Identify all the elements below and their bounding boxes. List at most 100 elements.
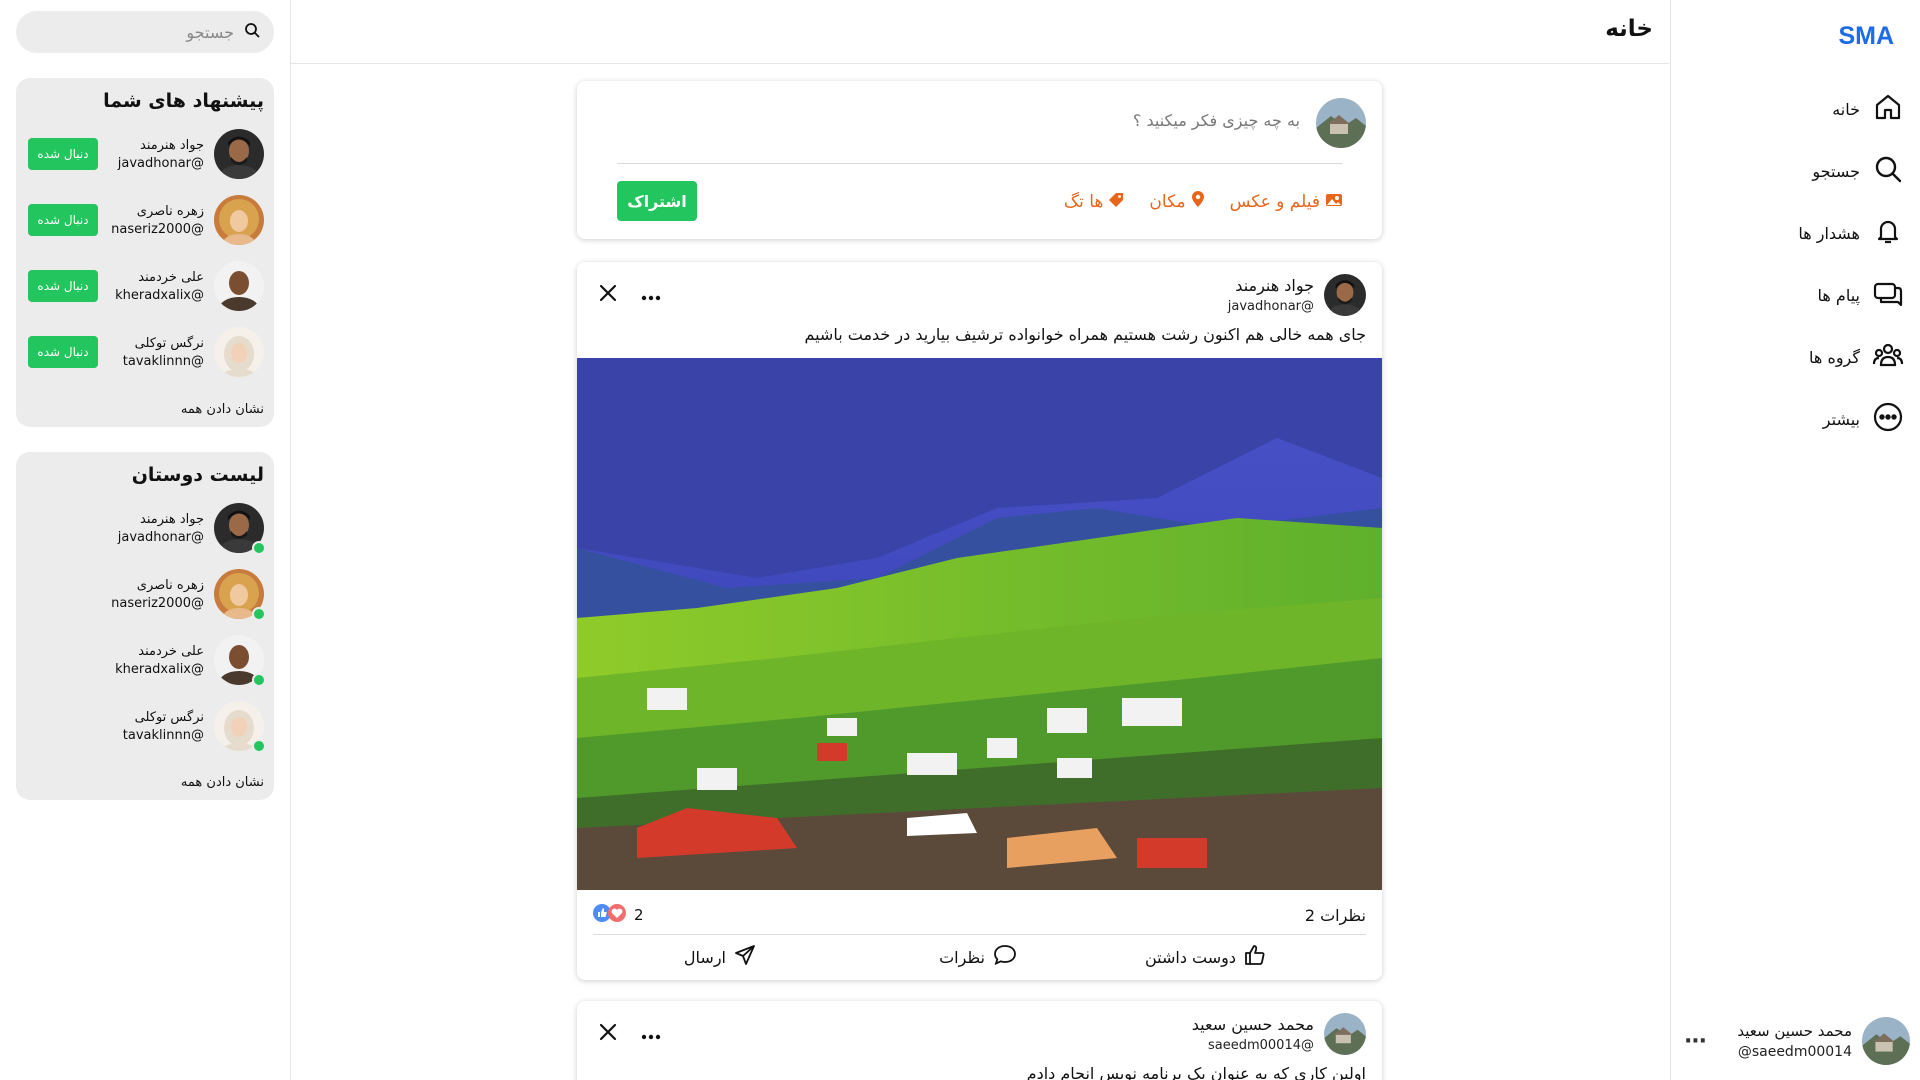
- nav-item-groups-label: گروه ها: [1809, 347, 1860, 367]
- composer-location-button[interactable]: مکان: [1149, 191, 1204, 212]
- composer-tag-button[interactable]: ها تگ: [1064, 191, 1124, 212]
- more-circle-icon: [1872, 401, 1904, 437]
- friend-item[interactable]: زهره ناصری naseriz2000@: [28, 568, 266, 626]
- user-menu-dots-icon[interactable]: ···: [1680, 1029, 1710, 1054]
- nav-item-home-label: خانه: [1832, 99, 1860, 119]
- post-author[interactable]: محمد حسین سعید saeedm00014@: [1192, 1013, 1366, 1055]
- comment-button[interactable]: نظرات: [939, 944, 1017, 970]
- composer-photo-label: فیلم و عکس: [1229, 191, 1320, 212]
- suggestion-item[interactable]: زهره ناصری naseriz2000@ دنبال شده: [28, 194, 264, 252]
- nav-item-messages[interactable]: پیام ها: [1684, 264, 1904, 326]
- stats-divider: [593, 934, 1366, 935]
- composer-divider: [617, 163, 1342, 164]
- suggestion-avatar: [214, 195, 264, 252]
- suggestion-item[interactable]: جواد هنرمند javadhonar@ دنبال شده: [28, 128, 264, 189]
- composer-photo-button[interactable]: فیلم و عکس: [1230, 191, 1342, 212]
- like-label: دوست داشتن: [1144, 947, 1236, 967]
- nav-item-home[interactable]: خانه: [1684, 78, 1904, 140]
- friend-item[interactable]: جواد هنرمند javadhonar@: [28, 502, 266, 563]
- nav-item-groups[interactable]: گروه ها: [1684, 326, 1904, 388]
- group-icon: [1872, 339, 1904, 375]
- like-button[interactable]: دوست داشتن: [1145, 944, 1266, 970]
- post-composer: به چه چیزی فکر میکنید ؟ فیلم و عکس مکان …: [577, 81, 1382, 239]
- suggestion-avatar: [214, 327, 264, 385]
- suggestion-name: نرگس توکلی: [134, 335, 204, 351]
- comment-label: نظرات: [939, 947, 985, 967]
- follow-button[interactable]: دنبال شده: [28, 270, 98, 302]
- nav-item-more[interactable]: بیشتر: [1684, 388, 1904, 450]
- online-status-dot: [252, 607, 266, 621]
- search-input[interactable]: [44, 22, 234, 42]
- post-image[interactable]: [577, 358, 1382, 890]
- nav-item-notifications[interactable]: هشدار ها: [1684, 202, 1904, 264]
- online-status-dot: [252, 673, 266, 687]
- friend-name: علی خردمند: [138, 643, 204, 659]
- post-author-name: جواد هنرمند: [1235, 276, 1314, 295]
- search-bar[interactable]: [16, 11, 274, 53]
- post-card: جواد هنرمند javadhonar@ جای همه خالی هم …: [577, 262, 1382, 980]
- online-status-dot: [252, 541, 266, 555]
- more-horizontal-icon[interactable]: [641, 286, 661, 305]
- comments-count[interactable]: نظرات 2: [1305, 906, 1366, 925]
- suggestion-handle: tavaklinnn@: [122, 353, 204, 369]
- composer-actions: فیلم و عکس مکان ها تگ: [1064, 191, 1342, 212]
- suggestion-name: علی خردمند: [138, 269, 204, 285]
- app-logo[interactable]: SMA: [1838, 22, 1894, 51]
- more-horizontal-icon[interactable]: [641, 1025, 661, 1044]
- nav-item-more-label: بیشتر: [1822, 409, 1860, 429]
- friend-avatar: [214, 701, 266, 759]
- suggestions-show-all-link[interactable]: نشان دادن همه: [181, 402, 264, 417]
- send-icon: [734, 944, 756, 970]
- feed-column: خانه به چه چیزی فکر میکنید ؟ فیلم و عکس …: [290, 0, 1669, 1080]
- nav-item-search[interactable]: جستجو: [1684, 140, 1904, 202]
- search-icon: [244, 22, 260, 42]
- post-text: جای همه خالی هم اکنون رشت هستیم همراه خو…: [804, 325, 1366, 344]
- main-nav-sidebar: SMA خانه جستجو هشدار ها پیام ها گروه ها …: [1670, 0, 1920, 1080]
- friend-handle: naseriz2000@: [111, 595, 204, 611]
- suggestion-item[interactable]: نرگس توکلی tavaklinnn@ دنبال شده: [28, 326, 264, 385]
- friend-item[interactable]: نرگس توکلی tavaklinnn@: [28, 700, 266, 759]
- nav-item-messages-label: پیام ها: [1817, 285, 1860, 305]
- suggestions-panel: پیشنهاد های شما جواد هنرمند javadhonar@ د…: [16, 78, 274, 427]
- follow-button[interactable]: دنبال شده: [28, 138, 98, 170]
- friend-item[interactable]: علی خردمند kheradxalix@: [28, 634, 266, 695]
- post-author-handle: saeedm00014@: [1207, 1038, 1314, 1053]
- friends-show-all-link[interactable]: نشان دادن همه: [181, 775, 264, 790]
- page-title: خانه: [1605, 16, 1653, 42]
- close-icon[interactable]: [599, 1023, 617, 1045]
- suggestion-avatar: [214, 129, 264, 189]
- close-icon[interactable]: [599, 284, 617, 306]
- send-button[interactable]: ارسال: [684, 944, 756, 970]
- nav-item-search-label: جستجو: [1812, 161, 1860, 181]
- post-text: اولین کاری که به عنوان یک برنامه نویس ان…: [1026, 1064, 1366, 1080]
- friend-name: نرگس توکلی: [134, 709, 204, 725]
- tag-icon: [1109, 192, 1124, 212]
- follow-button[interactable]: دنبال شده: [28, 336, 98, 368]
- share-button[interactable]: اشتراک: [617, 181, 697, 221]
- suggestion-avatar: [214, 261, 264, 321]
- post-card: محمد حسین سعید saeedm00014@ اولین کاری ک…: [577, 1001, 1382, 1080]
- nav-list: خانه جستجو هشدار ها پیام ها گروه ها بیشت…: [1684, 78, 1904, 450]
- friends-panel: لیست دوستان جواد هنرمند javadhonar@ زهره …: [16, 452, 274, 800]
- photo-icon: [1326, 192, 1342, 212]
- current-user-avatar: [1862, 1017, 1910, 1065]
- friend-name: جواد هنرمند: [140, 511, 204, 527]
- post-author-name: محمد حسین سعید: [1191, 1015, 1314, 1034]
- composer-input[interactable]: به چه چیزی فکر میکنید ؟: [1133, 111, 1300, 130]
- reactions-summary[interactable]: 2: [593, 904, 644, 926]
- friend-avatar: [214, 569, 266, 626]
- post-author-avatar: [1324, 274, 1366, 316]
- suggestion-handle: kheradxalix@: [115, 287, 204, 303]
- composer-tag-label: ها تگ: [1063, 191, 1104, 212]
- composer-location-label: مکان: [1149, 191, 1186, 212]
- feed-header: خانه: [291, 0, 1669, 64]
- follow-button[interactable]: دنبال شده: [28, 204, 98, 236]
- friend-name: زهره ناصری: [136, 577, 204, 593]
- friend-handle: javadhonar@: [117, 529, 204, 545]
- post-author[interactable]: جواد هنرمند javadhonar@: [1228, 274, 1366, 316]
- online-status-dot: [252, 739, 266, 753]
- current-user-handle: saeedm00014@: [1737, 1044, 1852, 1060]
- suggestion-handle: naseriz2000@: [111, 221, 204, 237]
- suggestion-item[interactable]: علی خردمند kheradxalix@ دنبال شده: [28, 260, 264, 321]
- current-user-card[interactable]: محمد حسین سعید saeedm00014@ ···: [1680, 1016, 1910, 1066]
